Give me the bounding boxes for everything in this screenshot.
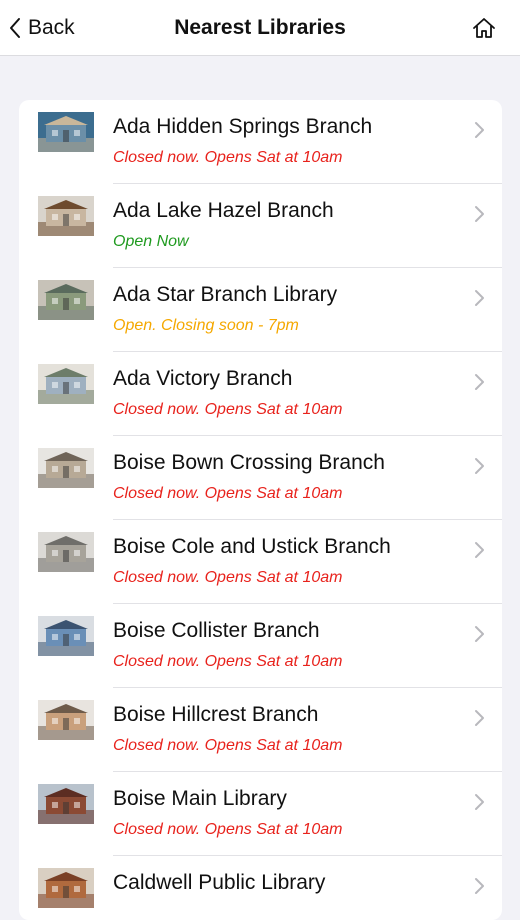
chevron-right-icon (472, 876, 486, 896)
library-name: Ada Hidden Springs Branch (113, 115, 373, 138)
library-row[interactable]: Ada Hidden Springs Branch Closed now. Ope… (19, 100, 502, 184)
library-name: Boise Hillcrest Branch (113, 703, 319, 726)
library-row[interactable]: Ada Victory Branch Closed now. Opens Sat … (19, 352, 502, 436)
library-status: Closed now. Opens Sat at 10am (113, 821, 343, 838)
chevron-right-icon (472, 792, 486, 812)
library-name: Boise Collister Branch (113, 619, 320, 642)
library-row[interactable]: Boise Hillcrest Branch Closed now. Opens … (19, 688, 502, 772)
library-status: Open Now (113, 233, 189, 250)
home-button[interactable] (470, 14, 498, 42)
library-name: Boise Main Library (113, 787, 287, 810)
chevron-right-icon (472, 708, 486, 728)
library-status: Closed now. Opens Sat at 10am (113, 149, 343, 166)
page-title: Nearest Libraries (174, 16, 346, 39)
library-name: Ada Star Branch Library (113, 283, 338, 306)
library-row[interactable]: Boise Cole and Ustick Branch Closed now. … (19, 520, 502, 604)
library-status: Closed now. Opens Sat at 10am (113, 485, 343, 502)
chevron-right-icon (472, 624, 486, 644)
chevron-right-icon (472, 540, 486, 560)
back-label: Back (28, 16, 75, 39)
library-name: Ada Victory Branch (113, 367, 293, 390)
library-status: Closed now. Opens Sat at 10am (113, 653, 343, 670)
library-status: Closed now. Opens Sat at 10am (113, 401, 343, 418)
back-button[interactable]: Back (8, 10, 75, 46)
library-row[interactable]: Ada Star Branch Library Open. Closing soo… (19, 268, 502, 352)
chevron-left-icon (10, 18, 20, 38)
library-row[interactable]: Boise Collister Branch Closed now. Opens … (19, 604, 502, 688)
nav-bar: Back Nearest Libraries (0, 0, 520, 56)
library-thumbnail (38, 868, 94, 908)
library-name: Boise Cole and Ustick Branch (113, 535, 391, 558)
home-icon (473, 18, 495, 38)
library-list: Ada Hidden Springs Branch Closed now. Ope… (19, 100, 502, 920)
library-thumbnail (38, 532, 94, 572)
chevron-right-icon (472, 120, 486, 140)
library-thumbnail (38, 784, 94, 824)
chevron-right-icon (472, 288, 486, 308)
library-thumbnail (38, 700, 94, 740)
library-status: Open. Closing soon - 7pm (113, 317, 299, 334)
library-thumbnail (38, 364, 94, 404)
library-row[interactable]: Boise Main Library Closed now. Opens Sat … (19, 772, 502, 856)
library-status: Closed now. Opens Sat at 10am (113, 569, 343, 586)
chevron-right-icon (472, 372, 486, 392)
library-thumbnail (38, 616, 94, 656)
library-status: Closed now. Opens Sat at 10am (113, 737, 343, 754)
library-thumbnail (38, 112, 94, 152)
library-name: Boise Bown Crossing Branch (113, 451, 385, 474)
library-row[interactable]: Ada Lake Hazel Branch Open Now (19, 184, 502, 268)
library-name: Ada Lake Hazel Branch (113, 199, 334, 222)
library-name: Caldwell Public Library (113, 871, 326, 894)
library-thumbnail (38, 196, 94, 236)
library-row[interactable]: Boise Bown Crossing Branch Closed now. Op… (19, 436, 502, 520)
library-row[interactable]: Caldwell Public Library (19, 856, 502, 920)
chevron-right-icon (472, 204, 486, 224)
library-thumbnail (38, 448, 94, 488)
chevron-right-icon (472, 456, 486, 476)
library-thumbnail (38, 280, 94, 320)
